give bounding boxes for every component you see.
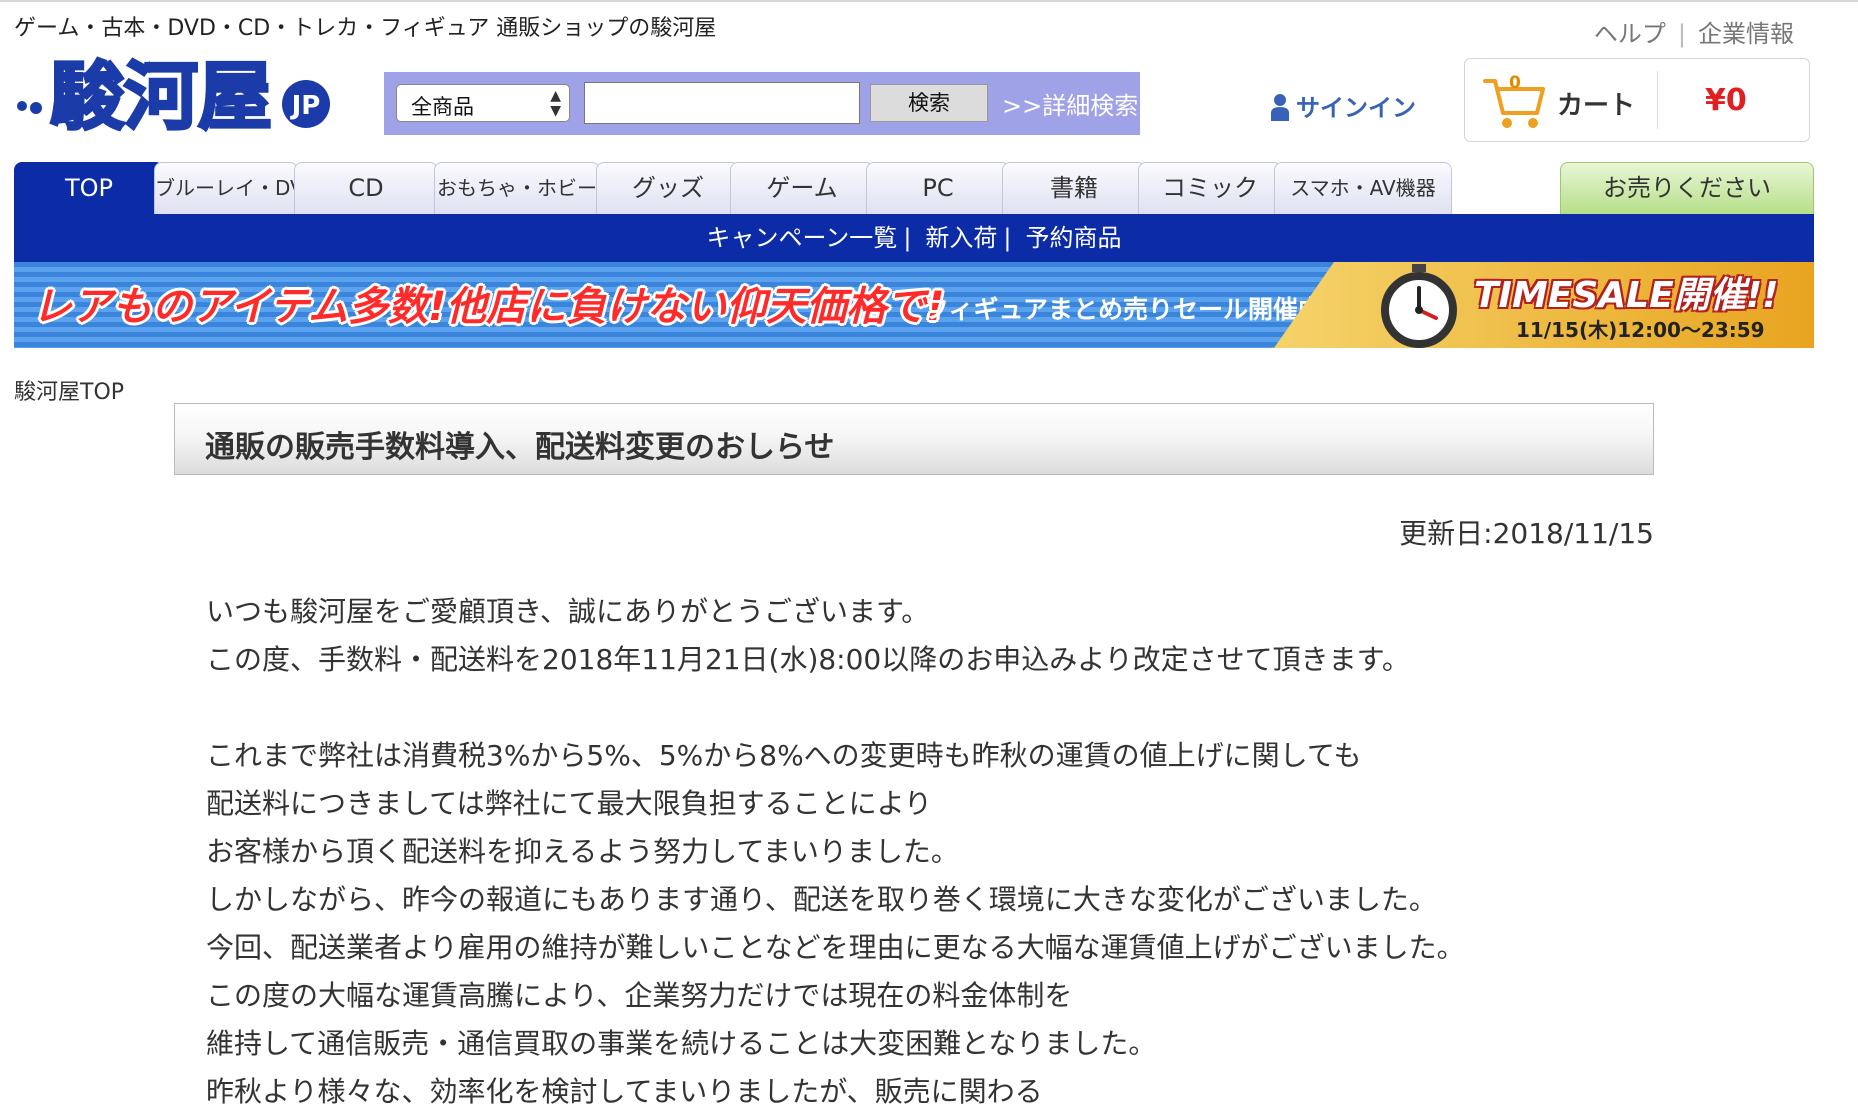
body-line: しかしながら、昨今の報道にもあります通り、配送を取り巻く環境に大きな変化がござい… [206,883,1437,916]
select-arrows-icon: ▲ ▼ [550,88,561,119]
tab-label: グッズ [632,174,704,202]
body-line: これまで弊社は消費税3%から5%、5%から8%への変更時も昨秋の運賃の値上げに関… [206,739,1362,772]
category-select[interactable]: 全商品 ▲ ▼ [396,84,570,122]
body-line: 維持して通信販売・通信買取の事業を続けることは大変困難となりました。 [206,1027,1157,1060]
tab-goods[interactable]: グッズ [596,162,740,214]
cart-divider [1657,71,1658,129]
tab-smartphone-av[interactable]: スマホ・AV機器 [1274,162,1452,214]
tab-label: PC [922,174,954,202]
breadcrumb: 駿河屋TOP [14,374,124,406]
body-line: 今回、配送業者より雇用の維持が難しいことなどを理由に更なる大幅な運賃値上げがござ… [206,931,1465,964]
separator: | [903,224,912,252]
promo-banner[interactable]: レアものアイテム多数!他店に負けない仰天価格で! フィギュアまとめ売りセール開催… [14,262,1814,348]
body-line: この度の大幅な運賃高騰により、企業努力だけでは現在の料金体制を [206,979,1073,1012]
tab-label: ゲーム [766,174,838,202]
timesale-label: TIMESALE開催!! [1474,275,1779,316]
signin-link[interactable]: サインイン [1270,88,1416,123]
site-tagline: ゲーム・古本・DVD・CD・トレカ・フィギュア 通販ショップの駿河屋 [14,16,717,41]
search-button[interactable]: 検索 [870,84,988,122]
body-line: お客様から頂く配送料を抑えるよう努力してまいりました。 [206,835,959,868]
search-bar: 全商品 ▲ ▼ 検索 >>詳細検索 [384,72,1140,135]
cart-label: カート [1557,91,1636,121]
tab-label: コミック [1162,174,1258,202]
body-line: この度、手数料・配送料を2018年11月21日(水)8:00以降のお申込みより改… [206,643,1410,676]
banner-subline: フィギュアまとめ売りセール開催中! [924,295,1335,324]
tab-cd[interactable]: CD [294,162,438,214]
search-input[interactable] [584,82,860,124]
separator: | [1003,224,1012,252]
tab-game[interactable]: ゲーム [730,162,874,214]
tab-pc[interactable]: PC [866,162,1010,214]
tab-books[interactable]: 書籍 [1002,162,1146,214]
tab-label: CD [348,174,384,202]
banner-headline: レアものアイテム多数!他店に負けない仰天価格で! [32,284,945,330]
category-tabs: TOP ブルーレイ・DVD CD おもちゃ・ホビー グッズ ゲーム PC 書籍 … [14,162,1814,214]
body-line: 配送料につきましては弊社にて最大限負担することにより [206,787,933,820]
signin-label: サインイン [1296,94,1416,122]
sub-navigation: キャンペーン一覧 | 新入荷 | 予約商品 [14,214,1814,262]
cart-count: 0 [1509,73,1521,93]
tab-label: TOP [64,174,114,202]
breadcrumb-top-link[interactable]: 駿河屋TOP [14,380,124,405]
tab-label: おもちゃ・ホビー [437,176,597,200]
logo-badge: JP [290,91,321,121]
body-line: 昨秋より様々な、効率化を検討してまいりましたが、販売に関わる [206,1075,1043,1108]
new-arrivals-link[interactable]: 新入荷 [925,224,997,252]
article-title-box: 通販の販売手数料導入、配送料変更のおしらせ [174,403,1654,475]
tab-bluray-dvd[interactable]: ブルーレイ・DVD [154,162,319,214]
article-body: いつも駿河屋をご愛顧頂き、誠にありがとうございます。 この度、手数料・配送料を2… [206,588,1656,1116]
clock-icon [1381,264,1457,348]
tab-label: スマホ・AV機器 [1290,176,1436,200]
tab-top[interactable]: TOP [14,162,164,214]
tab-label: お売りください [1603,174,1771,202]
timesale-date: 11/15(木)12:00〜23:59 [1516,318,1765,342]
site-logo[interactable]: 駿河屋 JP [14,44,344,142]
company-info-link[interactable]: 企業情報 [1698,20,1794,48]
top-links: ヘルプ | 企業情報 [1594,14,1794,49]
logo-text: 駿河屋 [50,54,272,136]
preorder-link[interactable]: 予約商品 [1026,224,1122,252]
cart-total: ¥0 [1705,83,1747,118]
separator: | [1677,20,1686,48]
user-icon [1271,94,1289,121]
page-title: 通販の販売手数料導入、配送料変更のおしらせ [205,430,835,465]
tab-toys-hobby[interactable]: おもちゃ・ホビー [434,162,600,214]
help-link[interactable]: ヘルプ [1594,20,1666,48]
body-line: いつも駿河屋をご愛顧頂き、誠にありがとうございます。 [206,595,930,628]
campaign-list-link[interactable]: キャンペーン一覧 [707,224,898,252]
tab-label: 書籍 [1050,174,1098,202]
tab-sell-to-us[interactable]: お売りください [1560,162,1814,214]
logo-icon: 駿河屋 JP [17,53,330,142]
updated-date: 更新日:2018/11/15 [1399,517,1654,550]
tab-comics[interactable]: コミック [1138,162,1282,214]
category-select-value: 全商品 [411,95,474,119]
cart-widget[interactable]: 0 カート ¥0 [1464,58,1810,142]
advanced-search-link[interactable]: >>詳細検索 [1002,86,1138,121]
top-border [0,0,1858,2]
